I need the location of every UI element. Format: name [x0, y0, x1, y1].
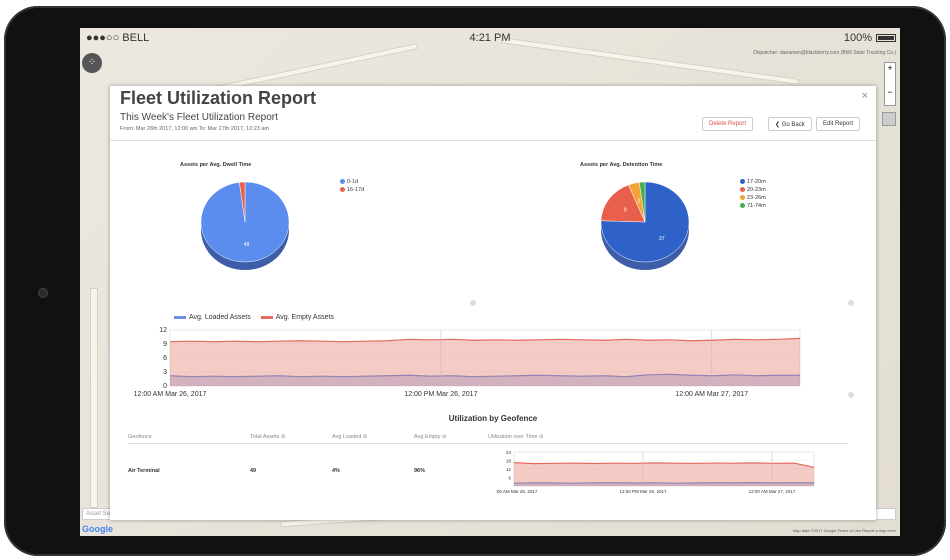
home-button[interactable]	[38, 288, 48, 298]
y-tick-label: 6	[508, 476, 511, 481]
y-tick-label: 24	[506, 450, 512, 455]
blackberry-logo-icon[interactable]: ⁘	[82, 53, 102, 73]
x-tick-label: 12:00 PM Mar 26, 2017	[404, 391, 477, 398]
pie-data-label: 2	[637, 199, 640, 205]
legend-dot	[340, 179, 345, 185]
battery-icon	[876, 34, 896, 42]
legend-label: 17-20m	[747, 179, 766, 185]
legend-dot	[740, 187, 745, 193]
info-icon[interactable]	[848, 300, 854, 306]
col-header-geofence: Geofence	[128, 434, 152, 440]
legend-item: 23-26m	[740, 194, 766, 202]
device-screen: ●●●○○ BELL 4:21 PM 100% Dispatcher: daea…	[80, 28, 900, 536]
y-tick-label: 0	[163, 383, 167, 390]
legend-item: 71-74m	[740, 202, 766, 210]
battery-label: 100%	[843, 32, 872, 44]
pie-data-label: 37	[659, 236, 665, 242]
status-bar: ●●●○○ BELL 4:21 PM 100%	[80, 28, 900, 48]
legend-label: 23-26m	[747, 195, 766, 201]
legend-item: 16-17d	[340, 186, 364, 194]
legend-dot	[740, 203, 745, 209]
dwell-chart-title: Assets per Avg. Dwell Time	[180, 162, 252, 168]
legend-item: 20-23m	[740, 186, 766, 194]
dwell-legend: 0-1d 16-17d	[340, 178, 364, 194]
divider	[128, 443, 848, 444]
geofence-section-title: Utilization by Geofence	[448, 414, 538, 423]
y-tick-label: 3	[163, 369, 167, 376]
legend-label: 20-23m	[747, 187, 766, 193]
detention-chart-title: Assets per Avg. Detention Time	[580, 162, 663, 168]
zoom-control[interactable]: + −	[884, 62, 896, 106]
y-tick-label: 12	[159, 327, 167, 334]
layers-icon[interactable]	[882, 112, 896, 126]
zoom-in-icon[interactable]: +	[885, 63, 895, 73]
report-panel: Fleet Utilization Report × This Week's F…	[110, 86, 876, 520]
map-footer: Map data ©2017 Google Terms of Use Repor…	[792, 528, 896, 533]
legend-item: 0-1d	[340, 178, 364, 186]
pie-data-label: 48	[244, 242, 250, 248]
info-icon[interactable]	[470, 300, 476, 306]
x-tick-label: 12:00 AM Mar 27, 2017	[749, 489, 796, 494]
dwell-time-pie-chart: 48	[200, 181, 290, 270]
legend-label: Avg. Loaded Assets	[189, 314, 251, 321]
report-title: Fleet Utilization Report	[120, 88, 317, 108]
detention-legend: 17-20m 20-23m 23-26m 71-74m	[740, 178, 766, 210]
detention-time-pie-chart: 37 9 2	[600, 181, 690, 270]
cell-total: 49	[250, 468, 257, 474]
geofence-mini-area-chart: 6 12 18 24 12:00 AM Mar 26, 2017 12:00 PM Mar…	[496, 450, 815, 494]
legend-swatch	[174, 315, 186, 319]
y-tick-label: 6	[163, 355, 167, 362]
y-tick-label: 18	[506, 459, 512, 464]
dispatcher-info: Dispatcher: daeamen@blackberry.com (BWI …	[753, 50, 896, 56]
legend-dot	[340, 187, 345, 193]
area-legend: Avg. Loaded Assets Avg. Empty Assets	[174, 314, 334, 321]
x-tick-label: 12:00 AM Mar 26, 2017	[496, 489, 538, 494]
tablet-frame: ●●●○○ BELL 4:21 PM 100% Dispatcher: daea…	[4, 6, 946, 556]
legend-swatch	[260, 315, 273, 319]
x-tick-label: 12:00 PM Mar 26, 2017	[619, 489, 667, 494]
legend-label: 16-17d	[347, 187, 365, 193]
cell-empty: 96%	[414, 468, 426, 474]
col-header-empty: Avg Empty ⊘	[414, 434, 447, 440]
legend-label: 0-1d	[347, 179, 359, 185]
x-tick-label: 12:00 AM Mar 27, 2017	[675, 391, 748, 398]
col-header-total: Total Assets ⊘	[250, 434, 286, 440]
go-back-button[interactable]: ❮ Go Back	[768, 117, 812, 131]
legend-label: Avg. Empty Assets	[275, 314, 334, 321]
cell-geofence[interactable]: Air Terminal	[128, 468, 160, 474]
cell-loaded: 4%	[332, 468, 340, 474]
y-tick-label: 12	[506, 467, 512, 472]
info-icon[interactable]	[848, 392, 854, 398]
series-area-1	[514, 462, 814, 486]
col-header-utilization: Utilization over Time ⊘	[488, 434, 544, 440]
pie-data-label: 9	[624, 207, 627, 213]
close-icon[interactable]: ×	[862, 90, 868, 102]
report-subtitle: This Week's Fleet Utilization Report	[120, 112, 278, 123]
col-header-loaded: Avg Loaded ⊘	[332, 434, 368, 440]
legend-dot	[740, 179, 745, 185]
divider	[110, 140, 876, 141]
report-date-range: From: Mar 26th 2017, 12:00 am To: Mar 27…	[120, 126, 270, 132]
zoom-out-icon[interactable]: −	[885, 87, 895, 97]
x-tick-label: 12:00 AM Mar 26, 2017	[134, 391, 207, 398]
legend-dot	[740, 195, 745, 201]
loaded-empty-area-chart: 0 3 6 9 12 12:00 AM Mar 26, 2017 12:00 PM Mar …	[134, 327, 801, 398]
legend-item: 17-20m	[740, 178, 766, 186]
y-tick-label: 9	[163, 341, 167, 348]
delete-report-button[interactable]: Delete Report	[702, 117, 754, 131]
legend-label: 71-74m	[747, 203, 766, 209]
clock: 4:21 PM	[469, 32, 511, 44]
series-area-1	[170, 338, 800, 386]
edit-report-button[interactable]: Edit Report	[816, 117, 861, 131]
google-logo: Google	[82, 524, 113, 534]
